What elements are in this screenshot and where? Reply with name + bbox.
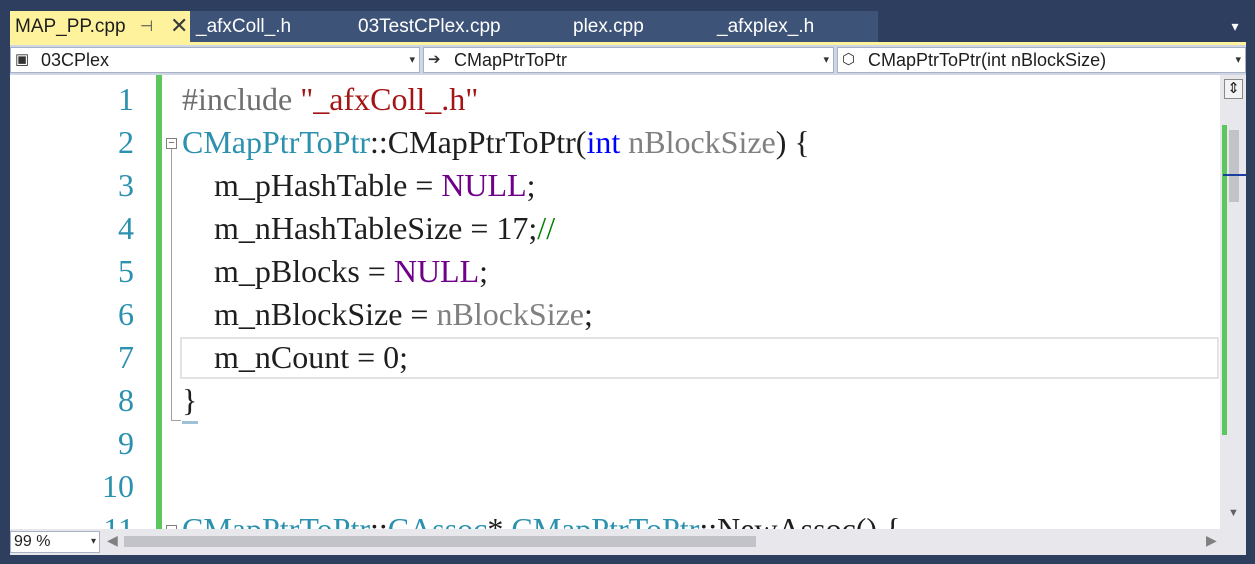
project-dropdown[interactable]: ▣ 03CPlex ▾ bbox=[10, 47, 420, 73]
code-text: ) { bbox=[775, 124, 810, 160]
zoom-dropdown[interactable]: 99 % ▾ bbox=[10, 531, 100, 553]
tab-map-pp-cpp[interactable]: MAP_PP.cpp ⊣ ✕ bbox=[10, 11, 190, 42]
code-text: m_pBlocks = bbox=[182, 253, 394, 289]
class-dropdown[interactable]: ➔ CMapPtrToPtr ▾ bbox=[423, 47, 834, 73]
line-number: 3 bbox=[118, 167, 134, 203]
tab-afxcoll-h[interactable]: _afxColl_.h bbox=[190, 11, 352, 42]
code-line: m_pHashTable = NULL; bbox=[182, 164, 536, 207]
tab-03testcplex-cpp[interactable]: 03TestCPlex.cpp bbox=[352, 11, 542, 42]
scrollbar-caret-marker bbox=[1223, 174, 1246, 176]
tab-afxplex-h[interactable]: _afxplex_.h bbox=[710, 11, 878, 42]
code-line: } bbox=[182, 379, 197, 422]
change-tracking-bar bbox=[156, 75, 162, 529]
line-number: 2 bbox=[118, 124, 134, 160]
parameter-name: nBlockSize bbox=[436, 296, 584, 332]
code-line: m_nBlockSize = nBlockSize; bbox=[182, 293, 593, 336]
macro-name: NULL bbox=[393, 253, 480, 289]
tab-label: 03TestCPlex.cpp bbox=[358, 16, 501, 37]
line-number: 9 bbox=[118, 425, 134, 461]
code-text: ; bbox=[526, 167, 536, 203]
line-number: 4 bbox=[118, 210, 134, 246]
code-text: * bbox=[487, 511, 512, 529]
line-number: 8 bbox=[118, 382, 134, 418]
code-text: m_nBlockSize = bbox=[182, 296, 437, 332]
project-icon: ▣ bbox=[15, 51, 30, 68]
tab-label: MAP_PP.cpp bbox=[15, 16, 126, 37]
code-line: CMapPtrToPtr::CAssoc* CMapPtrToPtr::NewA… bbox=[182, 508, 900, 529]
tab-label: _afxColl_.h bbox=[196, 16, 292, 37]
editor-bottom-bar: 99 % ▾ ◀ ▶ bbox=[10, 529, 1246, 555]
code-line: #include "_afxColl_.h" bbox=[182, 78, 478, 121]
method-cube-icon: ⬡ bbox=[842, 51, 856, 68]
string-literal: "_afxColl_.h" bbox=[300, 81, 479, 117]
scroll-left-icon[interactable]: ◀ bbox=[107, 532, 118, 549]
tab-label: _afxplex_.h bbox=[717, 16, 815, 37]
fold-guide-end bbox=[171, 420, 181, 421]
brace-match-highlight bbox=[182, 421, 198, 424]
collapse-icon[interactable]: − bbox=[166, 138, 177, 149]
line-number: 5 bbox=[118, 253, 134, 289]
code-text: ; bbox=[479, 253, 489, 289]
line-number: 11 bbox=[103, 511, 134, 529]
tab-plex-cpp[interactable]: plex.cpp bbox=[542, 11, 710, 42]
function-name: CMapPtrToPtr( bbox=[387, 124, 587, 160]
comment: // bbox=[537, 210, 556, 246]
type-name: CAssoc bbox=[387, 511, 488, 529]
code-line: CMapPtrToPtr::CMapPtrToPtr(int nBlockSiz… bbox=[182, 121, 810, 164]
parameter-name: nBlockSize bbox=[620, 124, 776, 160]
code-text: m_nCount = 0; bbox=[182, 339, 409, 375]
code-text: ::NewAssoc() { bbox=[699, 511, 901, 529]
line-number: 7 bbox=[118, 339, 134, 375]
chevron-down-icon: ▾ bbox=[90, 536, 96, 547]
line-number: 6 bbox=[118, 296, 134, 332]
type-name: CMapPtrToPtr bbox=[182, 511, 370, 529]
chevron-down-icon: ▾ bbox=[1235, 54, 1241, 66]
keyword: int bbox=[586, 124, 621, 160]
project-name: 03CPlex bbox=[41, 50, 110, 70]
navigation-bar: ▣ 03CPlex ▾ ➔ CMapPtrToPtr ▾ ⬡ CMapPtrTo… bbox=[10, 45, 1246, 75]
code-text: m_nHashTableSize = 17; bbox=[182, 210, 538, 246]
tab-overflow-dropdown-icon[interactable]: ▾ bbox=[1224, 12, 1246, 40]
code-text: ; bbox=[584, 296, 593, 332]
code-text: m_pHashTable = bbox=[182, 167, 442, 203]
line-number: 10 bbox=[102, 468, 134, 504]
tab-label: plex.cpp bbox=[573, 16, 644, 37]
code-line: m_nCount = 0; bbox=[182, 336, 408, 379]
class-arrow-icon: ➔ bbox=[428, 51, 441, 68]
chevron-down-icon: ▾ bbox=[823, 54, 829, 66]
scroll-right-icon[interactable]: ▶ bbox=[1206, 532, 1217, 549]
chevron-down-icon: ▾ bbox=[409, 54, 415, 66]
code-editor[interactable]: 1 2 3 4 5 6 7 8 9 10 11 − − #include "_a… bbox=[10, 75, 1246, 529]
macro-name: NULL bbox=[441, 167, 527, 203]
scroll-down-icon[interactable]: ▼ bbox=[1228, 507, 1239, 519]
split-window-icon[interactable]: ⇕ bbox=[1224, 79, 1243, 99]
fold-guide-line bbox=[171, 149, 172, 420]
member-name: CMapPtrToPtr(int nBlockSize) bbox=[868, 50, 1107, 70]
type-name: CMapPtrToPtr bbox=[511, 511, 700, 529]
close-icon[interactable]: ✕ bbox=[170, 10, 188, 41]
class-name: CMapPtrToPtr bbox=[454, 50, 568, 70]
horizontal-scroll-thumb[interactable] bbox=[124, 536, 756, 547]
scope-operator: :: bbox=[370, 124, 388, 160]
vertical-scroll-thumb[interactable] bbox=[1229, 130, 1239, 202]
scrollbar-change-marker bbox=[1222, 125, 1227, 435]
code-line: m_pBlocks = NULL; bbox=[182, 250, 488, 293]
scope-operator: :: bbox=[370, 511, 388, 529]
zoom-level: 99 % bbox=[14, 533, 51, 550]
line-number: 1 bbox=[118, 81, 134, 117]
pin-icon[interactable]: ⊣ bbox=[140, 11, 153, 42]
type-name: CMapPtrToPtr bbox=[182, 124, 370, 160]
closing-brace: } bbox=[182, 382, 198, 418]
member-dropdown[interactable]: ⬡ CMapPtrToPtr(int nBlockSize) ▾ bbox=[837, 47, 1246, 73]
code-line: m_nHashTableSize = 17;// bbox=[182, 207, 555, 250]
preprocessor-directive: #include bbox=[182, 81, 301, 117]
document-tab-strip: MAP_PP.cpp ⊣ ✕ _afxColl_.h 03TestCPlex.c… bbox=[0, 0, 1255, 44]
